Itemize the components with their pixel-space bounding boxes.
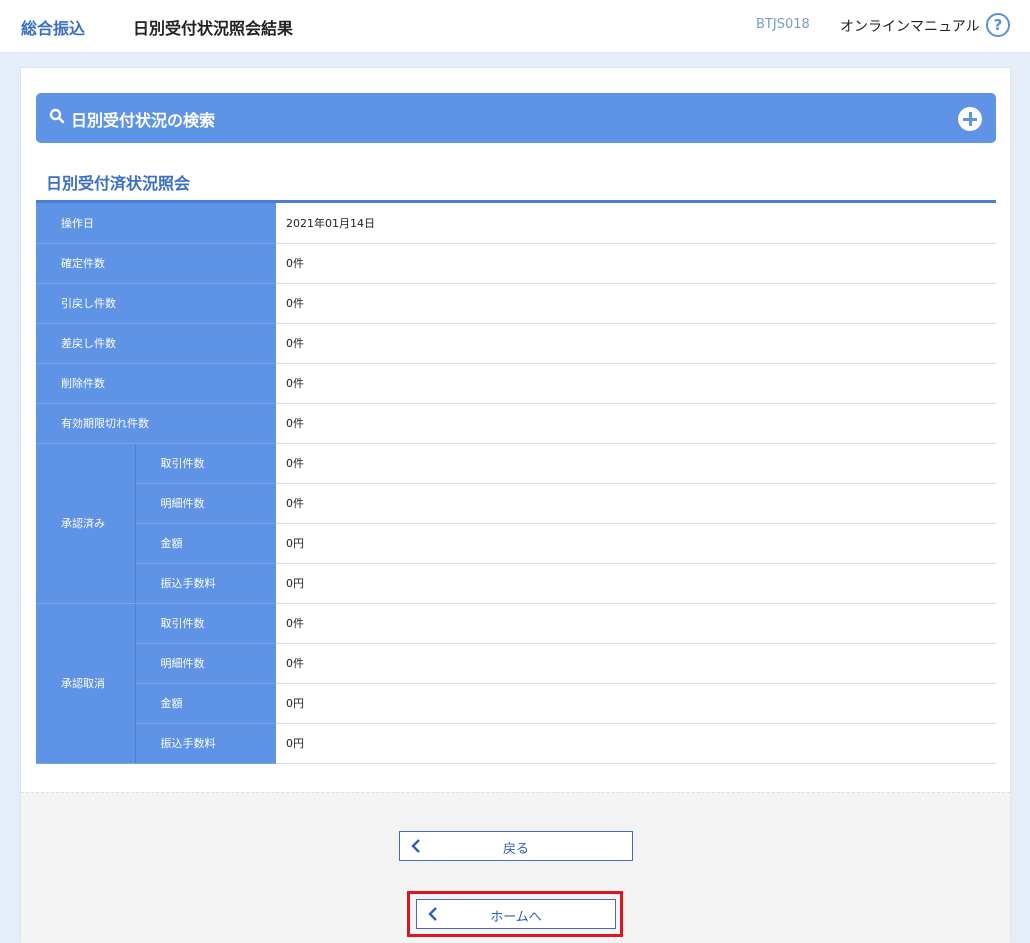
row-value: 0件 [276, 403, 996, 444]
row-label: 操作日 [36, 203, 276, 244]
expand-plus-icon[interactable] [958, 107, 982, 131]
help-icon[interactable]: ? [986, 13, 1010, 37]
service-name: 総合振込 [21, 19, 86, 38]
row-label: 明細件数 [135, 643, 276, 684]
section-title: 日別受付済状況照会 [46, 174, 191, 193]
row-value: 0円 [276, 683, 996, 724]
table-row: 操作日 2021年01月14日 [36, 203, 996, 244]
row-value: 0円 [276, 523, 996, 564]
back-button-label: 戻る [502, 842, 529, 857]
row-label: 確定件数 [36, 243, 276, 284]
row-label: 引戻し件数 [36, 283, 276, 324]
row-value: 0円 [276, 723, 996, 764]
row-value: 2021年01月14日 [276, 203, 996, 244]
table-row: 削除件数 0件 [36, 363, 996, 404]
row-label: 有効期限切れ件数 [36, 403, 276, 444]
row-value: 0件 [276, 443, 996, 484]
row-label: 金額 [135, 683, 276, 724]
row-label: 削除件数 [36, 363, 276, 404]
table-row: 振込手数料 0円 [36, 563, 996, 604]
row-label: 取引件数 [135, 443, 276, 484]
row-label: 明細件数 [135, 483, 276, 524]
search-icon [49, 108, 65, 128]
search-accordion-label: 日別受付状況の検索 [71, 111, 216, 130]
row-value: 0件 [276, 283, 996, 324]
row-value: 0件 [276, 643, 996, 684]
header-bar: 総合振込 日別受付状況照会結果 BTJS018 オンラインマニュアル ? [0, 0, 1030, 53]
home-button[interactable]: ホームへ [416, 899, 616, 929]
status-table: 操作日 2021年01月14日 確定件数 0件 引戻し件数 0件 差戻し件数 0… [36, 203, 996, 764]
table-row: 振込手数料 0円 [36, 723, 996, 764]
table-row: 承認取消 取引件数 0件 [36, 603, 996, 764]
row-label: 差戻し件数 [36, 323, 276, 364]
row-value: 0件 [276, 363, 996, 404]
table-row: 有効期限切れ件数 0件 [36, 403, 996, 444]
table-row: 差戻し件数 0件 [36, 323, 996, 364]
screen-code: BTJS018 [756, 17, 810, 32]
row-value: 0件 [276, 243, 996, 284]
online-manual-link[interactable]: オンラインマニュアル [840, 16, 980, 36]
back-button[interactable]: 戻る [399, 831, 633, 861]
row-label: 取引件数 [135, 603, 276, 644]
table-row: 確定件数 0件 [36, 243, 996, 284]
search-accordion-toggle[interactable]: 日別受付状況の検索 [36, 93, 996, 143]
row-label: 振込手数料 [135, 563, 276, 604]
table-row: 引戻し件数 0件 [36, 283, 996, 324]
row-value: 0円 [276, 563, 996, 604]
table-row: 金額 0円 [36, 523, 996, 564]
row-label: 金額 [135, 523, 276, 564]
row-label: 振込手数料 [135, 723, 276, 764]
table-row: 明細件数 0件 [36, 483, 996, 524]
home-button-label: ホームへ [490, 910, 542, 925]
table-row: 明細件数 0件 [36, 643, 996, 684]
row-value: 0件 [276, 483, 996, 524]
group-label-approved: 承認済み [36, 443, 136, 604]
page-title: 日別受付状況照会結果 [133, 19, 294, 38]
group-label-cancelled: 承認取消 [36, 603, 136, 764]
table-row: 承認済み 取引件数 0件 [36, 443, 996, 604]
row-value: 0件 [276, 603, 996, 644]
table-row: 金額 0円 [36, 683, 996, 724]
row-value: 0件 [276, 323, 996, 364]
